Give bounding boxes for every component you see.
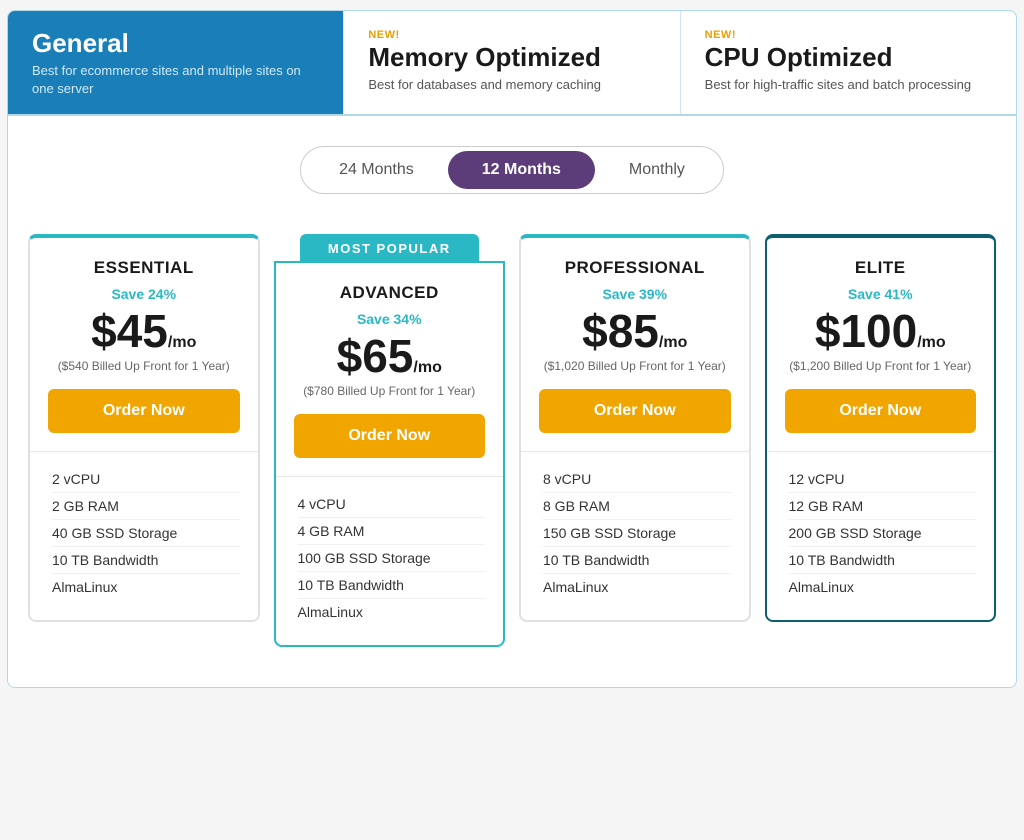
- feature-item: AlmaLinux: [298, 599, 486, 625]
- pricing-page: General Best for ecommerce sites and mult…: [7, 10, 1017, 688]
- order-now-button[interactable]: Order Now: [48, 389, 240, 433]
- card-wrapper-advanced: MOST POPULAR ADVANCED Save 34% $65/mo ($…: [274, 234, 506, 647]
- billing-toggle-btn-24-months[interactable]: 24 Months: [305, 151, 448, 189]
- price-mo: /mo: [413, 359, 441, 376]
- divider: [767, 451, 995, 452]
- main-content: 24 Months12 MonthsMonthly ESSENTIAL Save…: [8, 116, 1016, 687]
- plan-name: PROFESSIONAL: [539, 258, 731, 278]
- divider: [30, 451, 258, 452]
- card-body-essential: ESSENTIAL Save 24% $45/mo ($540 Billed U…: [30, 238, 258, 600]
- pricing-card-elite: ELITE Save 41% $100/mo ($1,200 Billed Up…: [765, 234, 997, 622]
- features-list: 12 vCPU12 GB RAM200 GB SSD Storage10 TB …: [785, 466, 977, 600]
- divider: [276, 476, 504, 477]
- feature-item: AlmaLinux: [789, 574, 977, 600]
- card-wrapper-essential: ESSENTIAL Save 24% $45/mo ($540 Billed U…: [28, 234, 260, 622]
- save-badge: Save 34%: [294, 311, 486, 327]
- feature-item: 10 TB Bandwidth: [789, 547, 977, 574]
- category-tab-cpu[interactable]: NEW! CPU Optimized Best for high-traffic s…: [681, 11, 1016, 114]
- card-body-advanced: ADVANCED Save 34% $65/mo ($780 Billed Up…: [276, 263, 504, 625]
- price-mo: /mo: [659, 334, 687, 351]
- feature-item: 10 TB Bandwidth: [298, 572, 486, 599]
- price-billed: ($540 Billed Up Front for 1 Year): [48, 358, 240, 375]
- tab-title: CPU Optimized: [705, 43, 992, 72]
- card-wrapper-elite: ELITE Save 41% $100/mo ($1,200 Billed Up…: [765, 234, 997, 622]
- pricing-card-advanced: ADVANCED Save 34% $65/mo ($780 Billed Up…: [274, 261, 506, 647]
- features-list: 4 vCPU4 GB RAM100 GB SSD Storage10 TB Ba…: [294, 491, 486, 625]
- feature-item: 10 TB Bandwidth: [52, 547, 240, 574]
- most-popular-label: MOST POPULAR: [300, 234, 479, 263]
- card-body-professional: PROFESSIONAL Save 39% $85/mo ($1,020 Bil…: [521, 238, 749, 600]
- order-now-button[interactable]: Order Now: [539, 389, 731, 433]
- plan-name: ADVANCED: [294, 283, 486, 303]
- price-row: $85/mo: [539, 308, 731, 354]
- billing-toggle-btn-12-months[interactable]: 12 Months: [448, 151, 595, 189]
- feature-item: 8 vCPU: [543, 466, 731, 493]
- billing-toggle: 24 Months12 MonthsMonthly: [28, 146, 996, 194]
- new-badge: NEW!: [705, 29, 992, 41]
- features-list: 2 vCPU2 GB RAM40 GB SSD Storage10 TB Ban…: [48, 466, 240, 600]
- billing-toggle-btn-monthly[interactable]: Monthly: [595, 151, 719, 189]
- feature-item: 12 GB RAM: [789, 493, 977, 520]
- feature-item: 4 vCPU: [298, 491, 486, 518]
- feature-item: 150 GB SSD Storage: [543, 520, 731, 547]
- new-badge: NEW!: [368, 29, 655, 41]
- save-badge: Save 41%: [785, 286, 977, 302]
- pricing-card-professional: PROFESSIONAL Save 39% $85/mo ($1,020 Bil…: [519, 234, 751, 622]
- feature-item: 12 vCPU: [789, 466, 977, 493]
- tab-desc: Best for ecommerce sites and multiple si…: [32, 62, 319, 98]
- save-badge: Save 24%: [48, 286, 240, 302]
- card-wrapper-professional: PROFESSIONAL Save 39% $85/mo ($1,020 Bil…: [519, 234, 751, 622]
- tab-title: General: [32, 29, 319, 58]
- feature-item: 10 TB Bandwidth: [543, 547, 731, 574]
- card-body-elite: ELITE Save 41% $100/mo ($1,200 Billed Up…: [767, 238, 995, 600]
- price-billed: ($780 Billed Up Front for 1 Year): [294, 383, 486, 400]
- price-mo: /mo: [917, 334, 945, 351]
- divider: [521, 451, 749, 452]
- feature-item: 40 GB SSD Storage: [52, 520, 240, 547]
- category-tab-general[interactable]: General Best for ecommerce sites and mult…: [8, 11, 344, 114]
- feature-item: 2 GB RAM: [52, 493, 240, 520]
- price-row: $65/mo: [294, 333, 486, 379]
- cards-section: ESSENTIAL Save 24% $45/mo ($540 Billed U…: [28, 234, 996, 647]
- tab-desc: Best for databases and memory caching: [368, 76, 655, 94]
- price-dollar: $85: [582, 305, 659, 357]
- price-row: $45/mo: [48, 308, 240, 354]
- category-tab-memory[interactable]: NEW! Memory Optimized Best for databases a…: [344, 11, 680, 114]
- pricing-card-essential: ESSENTIAL Save 24% $45/mo ($540 Billed U…: [28, 234, 260, 622]
- tab-title: Memory Optimized: [368, 43, 655, 72]
- order-now-button[interactable]: Order Now: [294, 414, 486, 458]
- price-billed: ($1,020 Billed Up Front for 1 Year): [539, 358, 731, 375]
- toggle-container: 24 Months12 MonthsMonthly: [300, 146, 724, 194]
- category-tabs: General Best for ecommerce sites and mult…: [8, 11, 1016, 116]
- feature-item: 100 GB SSD Storage: [298, 545, 486, 572]
- features-list: 8 vCPU8 GB RAM150 GB SSD Storage10 TB Ba…: [539, 466, 731, 600]
- tab-desc: Best for high-traffic sites and batch pr…: [705, 76, 992, 94]
- order-now-button[interactable]: Order Now: [785, 389, 977, 433]
- save-badge: Save 39%: [539, 286, 731, 302]
- most-popular-banner: MOST POPULAR: [274, 234, 506, 263]
- price-dollar: $100: [815, 305, 917, 357]
- plan-name: ELITE: [785, 258, 977, 278]
- feature-item: 200 GB SSD Storage: [789, 520, 977, 547]
- feature-item: AlmaLinux: [543, 574, 731, 600]
- price-row: $100/mo: [785, 308, 977, 354]
- feature-item: 4 GB RAM: [298, 518, 486, 545]
- feature-item: 8 GB RAM: [543, 493, 731, 520]
- price-billed: ($1,200 Billed Up Front for 1 Year): [785, 358, 977, 375]
- feature-item: AlmaLinux: [52, 574, 240, 600]
- price-dollar: $65: [337, 330, 414, 382]
- plan-name: ESSENTIAL: [48, 258, 240, 278]
- price-dollar: $45: [91, 305, 168, 357]
- price-mo: /mo: [168, 334, 196, 351]
- cards-wrapper: ESSENTIAL Save 24% $45/mo ($540 Billed U…: [28, 234, 996, 647]
- feature-item: 2 vCPU: [52, 466, 240, 493]
